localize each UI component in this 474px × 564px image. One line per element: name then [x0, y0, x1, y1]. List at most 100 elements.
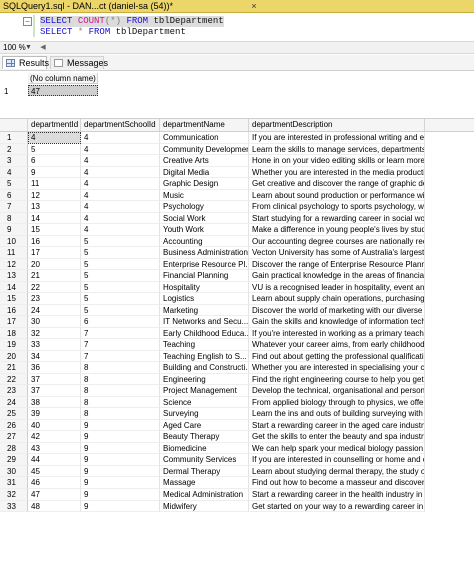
department-school-id-cell[interactable]: 8: [81, 362, 160, 374]
department-description-cell[interactable]: From clinical psychology to sports psych…: [249, 201, 425, 213]
department-id-cell[interactable]: 45: [28, 465, 81, 478]
table-row[interactable]: 18 32 7 Early Childhood Educa... If you're i…: [0, 327, 474, 340]
table-row[interactable]: 28 43 9 Biomedicine We can help spark your m…: [0, 442, 474, 455]
table-row[interactable]: 22 37 8 Engineering Find the right engineeri…: [0, 373, 474, 386]
department-id-cell[interactable]: 23: [28, 293, 81, 305]
table-row[interactable]: 33 48 9 Midwifery Get started on your way to…: [0, 500, 474, 513]
department-id-cell[interactable]: 20: [28, 258, 81, 271]
row-number[interactable]: 21: [0, 362, 28, 374]
department-school-id-cell[interactable]: 9: [81, 419, 160, 432]
row-number[interactable]: 14: [0, 281, 28, 294]
row-number[interactable]: 30: [0, 465, 28, 478]
table-row[interactable]: 7 13 4 Psychology From clinical psychology t…: [0, 201, 474, 213]
department-school-id-cell[interactable]: 9: [81, 442, 160, 455]
department-school-id-cell[interactable]: 4: [81, 178, 160, 190]
department-result-grid[interactable]: departmentId departmentSchoolId departme…: [0, 118, 474, 564]
row-number[interactable]: 33: [0, 500, 28, 513]
code-line-2[interactable]: SELECT * FROM tblDepartment: [40, 27, 186, 38]
department-name-cell[interactable]: Communication: [160, 132, 249, 144]
department-description-cell[interactable]: Make a difference in young people's live…: [249, 224, 425, 236]
department-id-cell[interactable]: 15: [28, 224, 81, 236]
row-number[interactable]: 28: [0, 442, 28, 455]
department-name-cell[interactable]: Hospitality: [160, 281, 249, 294]
column-header-department-school-id[interactable]: departmentSchoolId: [81, 119, 160, 131]
code-line-1[interactable]: SELECT COUNT(*) FROM tblDepartment: [40, 16, 224, 27]
department-description-cell[interactable]: Gain the skills and knowledge of informa…: [249, 316, 425, 328]
department-description-cell[interactable]: Hone in on your video editing skills or …: [249, 155, 425, 167]
department-description-cell[interactable]: If you're interested in working as a pri…: [249, 327, 425, 340]
department-name-cell[interactable]: Teaching English to S...: [160, 350, 249, 363]
collapse-icon[interactable]: −: [23, 17, 32, 26]
row-number[interactable]: 24: [0, 396, 28, 409]
department-name-cell[interactable]: Beauty Therapy: [160, 431, 249, 443]
department-description-cell[interactable]: If you are interested in professional wr…: [249, 132, 425, 144]
department-id-cell[interactable]: 36: [28, 362, 81, 374]
department-description-cell[interactable]: Find the right engineering course to hel…: [249, 373, 425, 386]
department-name-cell[interactable]: Massage: [160, 477, 249, 489]
department-school-id-cell[interactable]: 8: [81, 373, 160, 386]
department-school-id-cell[interactable]: 7: [81, 339, 160, 351]
department-id-cell[interactable]: 32: [28, 327, 81, 340]
table-row[interactable]: 2 5 4 Community Development Learn the skills…: [0, 143, 474, 156]
department-id-cell[interactable]: 21: [28, 270, 81, 282]
row-number[interactable]: 4: [0, 166, 28, 179]
row-number[interactable]: 13: [0, 270, 28, 282]
department-description-cell[interactable]: We can help spark your medical biology p…: [249, 442, 425, 455]
row-number[interactable]: 32: [0, 488, 28, 501]
department-name-cell[interactable]: Enterprise Resource Pl...: [160, 258, 249, 271]
department-name-cell[interactable]: Youth Work: [160, 224, 249, 236]
department-id-cell[interactable]: 13: [28, 201, 81, 213]
row-number[interactable]: 8: [0, 212, 28, 225]
department-name-cell[interactable]: Digital Media: [160, 166, 249, 179]
row-number[interactable]: 9: [0, 224, 28, 236]
corner-cell[interactable]: [0, 119, 28, 131]
table-row[interactable]: 25 39 8 Surveying Learn the ins and outs of …: [0, 408, 474, 420]
row-number[interactable]: 7: [0, 201, 28, 213]
department-description-cell[interactable]: Start studying for a rewarding career in…: [249, 212, 425, 225]
zoom-level[interactable]: 100 %: [3, 42, 26, 53]
department-school-id-cell[interactable]: 9: [81, 454, 160, 466]
table-row[interactable]: 15 23 5 Logistics Learn about supply chain o…: [0, 293, 474, 305]
row-number[interactable]: 10: [0, 235, 28, 248]
department-description-cell[interactable]: If you are interested in counselling or …: [249, 454, 425, 466]
department-name-cell[interactable]: Creative Arts: [160, 155, 249, 167]
department-school-id-cell[interactable]: 5: [81, 293, 160, 305]
row-number[interactable]: 5: [0, 178, 28, 190]
column-header-department-name[interactable]: departmentName: [160, 119, 249, 131]
department-description-cell[interactable]: Our accounting degree courses are nation…: [249, 235, 425, 248]
department-id-cell[interactable]: 34: [28, 350, 81, 363]
department-school-id-cell[interactable]: 5: [81, 281, 160, 294]
table-row[interactable]: 1 4 4 Communication If you are interested in…: [0, 132, 474, 144]
table-row[interactable]: 17 30 6 IT Networks and Secu... Gain the ski…: [0, 316, 474, 328]
department-name-cell[interactable]: Dermal Therapy: [160, 465, 249, 478]
department-name-cell[interactable]: Music: [160, 189, 249, 202]
zoom-dropdown-icon[interactable]: ▼: [25, 42, 32, 53]
row-number[interactable]: 22: [0, 373, 28, 386]
table-row[interactable]: 30 45 9 Dermal Therapy Learn about studying …: [0, 465, 474, 478]
department-description-cell[interactable]: Discover the range of Enterprise Resourc…: [249, 258, 425, 271]
table-row[interactable]: 26 40 9 Aged Care Start a rewarding career i…: [0, 419, 474, 432]
department-id-cell[interactable]: 14: [28, 212, 81, 225]
department-name-cell[interactable]: Early Childhood Educa...: [160, 327, 249, 340]
department-id-cell[interactable]: 5: [28, 143, 81, 156]
department-name-cell[interactable]: Psychology: [160, 201, 249, 213]
department-name-cell[interactable]: Business Administration: [160, 247, 249, 259]
department-description-cell[interactable]: Get the skills to enter the beauty and s…: [249, 431, 425, 443]
department-id-cell[interactable]: 48: [28, 500, 81, 513]
department-description-cell[interactable]: From applied biology through to physics,…: [249, 396, 425, 409]
department-description-cell[interactable]: Whether you are interested in specialisi…: [249, 362, 425, 374]
table-row[interactable]: 23 37 8 Project Management Develop the techn…: [0, 385, 474, 397]
department-name-cell[interactable]: Biomedicine: [160, 442, 249, 455]
table-row[interactable]: 20 34 7 Teaching English to S... Find out ab…: [0, 350, 474, 363]
department-id-cell[interactable]: 4: [28, 132, 81, 144]
department-name-cell[interactable]: Midwifery: [160, 500, 249, 513]
department-id-cell[interactable]: 6: [28, 155, 81, 167]
department-school-id-cell[interactable]: 5: [81, 247, 160, 259]
table-row[interactable]: 11 17 5 Business Administration Vecton Unive…: [0, 247, 474, 259]
column-header-department-description[interactable]: departmentDescription: [249, 119, 425, 131]
department-name-cell[interactable]: Medical Administration: [160, 488, 249, 501]
row-number[interactable]: 11: [0, 247, 28, 259]
department-description-cell[interactable]: Learn the ins and outs of building surve…: [249, 408, 425, 420]
department-description-cell[interactable]: Learn about supply chain operations, pur…: [249, 293, 425, 305]
row-number[interactable]: 6: [0, 189, 28, 202]
